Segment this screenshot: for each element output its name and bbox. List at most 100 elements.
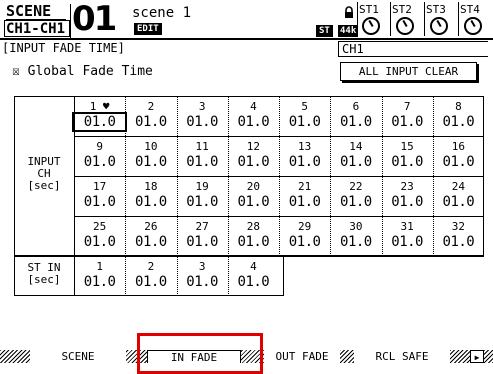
channel-number: 4 bbox=[250, 100, 257, 113]
fade-time-value[interactable]: 01.0 bbox=[125, 114, 176, 130]
fade-time-value[interactable]: 01.0 bbox=[279, 234, 330, 250]
input-ch-cell[interactable]: 21 01.0 bbox=[279, 176, 330, 216]
fade-time-value[interactable]: 01.0 bbox=[228, 194, 279, 210]
input-ch-cell[interactable]: 12 01.0 bbox=[228, 136, 279, 176]
input-ch-cell[interactable]: 23 01.0 bbox=[382, 176, 433, 216]
input-ch-cell[interactable]: 31 01.0 bbox=[382, 216, 433, 256]
input-ch-cell[interactable]: 24 01.0 bbox=[433, 176, 484, 216]
fade-time-value[interactable]: 01.0 bbox=[382, 154, 433, 170]
fade-time-value[interactable]: 01.0 bbox=[228, 154, 279, 170]
input-ch-cell[interactable]: 3 01.0 bbox=[177, 96, 228, 136]
fade-time-value[interactable]: 01.0 bbox=[279, 154, 330, 170]
input-ch-cell[interactable]: 16 01.0 bbox=[433, 136, 484, 176]
fade-time-value[interactable]: 01.0 bbox=[433, 114, 484, 130]
st-in-cell[interactable]: 4 01.0 bbox=[228, 256, 279, 296]
channel-number: 30 bbox=[349, 220, 363, 233]
fade-time-value[interactable]: 01.0 bbox=[382, 194, 433, 210]
fade-time-value[interactable]: 01.0 bbox=[125, 274, 176, 290]
input-ch-cell[interactable]: 13 01.0 bbox=[279, 136, 330, 176]
input-ch-cell[interactable]: 28 01.0 bbox=[228, 216, 279, 256]
edit-badge: EDIT bbox=[134, 23, 162, 35]
column-divider bbox=[125, 96, 127, 296]
tab-scene[interactable]: SCENE bbox=[30, 350, 126, 363]
input-ch-cell[interactable]: 26 01.0 bbox=[125, 216, 176, 256]
input-ch-cell[interactable]: 22 01.0 bbox=[330, 176, 381, 216]
fade-time-value[interactable]: 01.0 bbox=[433, 234, 484, 250]
scene-number: 01 bbox=[72, 0, 117, 39]
input-ch-cell[interactable]: 11 01.0 bbox=[177, 136, 228, 176]
fade-time-value[interactable]: 01.0 bbox=[279, 194, 330, 210]
st4-knob-icon[interactable] bbox=[464, 17, 482, 35]
input-ch-cell[interactable]: 1 ♥ 01.0 bbox=[71, 96, 128, 136]
fade-time-value[interactable]: 01.0 bbox=[74, 234, 125, 250]
channel-number: 1 ♥ bbox=[89, 100, 110, 113]
fade-time-value[interactable]: 01.0 bbox=[433, 154, 484, 170]
channel-number: 19 bbox=[195, 180, 209, 193]
input-ch-cell[interactable]: 15 01.0 bbox=[382, 136, 433, 176]
input-ch-cell[interactable]: 32 01.0 bbox=[433, 216, 484, 256]
fade-time-value[interactable]: 01.0 bbox=[177, 274, 228, 290]
st-in-cell[interactable]: 2 01.0 bbox=[125, 256, 176, 296]
fade-time-value[interactable]: 01.0 bbox=[433, 194, 484, 210]
tab-out-fade[interactable]: OUT FADE bbox=[264, 350, 340, 363]
global-fade-checkbox[interactable]: ☒ Global Fade Time bbox=[12, 64, 153, 79]
input-ch-cell[interactable]: 30 01.0 bbox=[330, 216, 381, 256]
st4-label: ST4 bbox=[460, 3, 480, 16]
tab-next-icon[interactable]: ▶ bbox=[470, 350, 484, 363]
fade-time-value[interactable]: 01.0 bbox=[330, 234, 381, 250]
st-separator bbox=[357, 2, 358, 36]
st-in-cell[interactable]: 3 01.0 bbox=[177, 256, 228, 296]
fade-time-value[interactable]: 01.0 bbox=[177, 154, 228, 170]
st-in-cell[interactable]: 1 01.0 bbox=[74, 256, 125, 296]
fade-time-value[interactable]: 01.0 bbox=[330, 154, 381, 170]
input-ch-cell[interactable]: 27 01.0 bbox=[177, 216, 228, 256]
fade-time-value[interactable]: 01.0 bbox=[330, 194, 381, 210]
input-ch-cell[interactable]: 4 01.0 bbox=[228, 96, 279, 136]
input-ch-cell[interactable]: 9 01.0 bbox=[74, 136, 125, 176]
input-ch-cell[interactable]: 6 01.0 bbox=[330, 96, 381, 136]
input-ch-cell[interactable]: 5 01.0 bbox=[279, 96, 330, 136]
input-ch-label: INPUT CH [sec] bbox=[27, 155, 61, 192]
fade-time-value[interactable]: 01.0 bbox=[177, 194, 228, 210]
input-ch-cell[interactable]: 29 01.0 bbox=[279, 216, 330, 256]
fade-time-value[interactable]: 01.0 bbox=[382, 114, 433, 130]
input-ch-cell[interactable]: 10 01.0 bbox=[125, 136, 176, 176]
input-ch-cell[interactable]: 19 01.0 bbox=[177, 176, 228, 216]
fade-time-value[interactable]: 01.0 bbox=[125, 194, 176, 210]
input-ch-cell[interactable]: 17 01.0 bbox=[74, 176, 125, 216]
fade-time-value[interactable]: 01.0 bbox=[125, 234, 176, 250]
channel-number: 7 bbox=[403, 100, 411, 113]
channel-number: 15 bbox=[400, 140, 414, 153]
fade-time-value[interactable]: 01.0 bbox=[330, 114, 381, 130]
channel-number: 28 bbox=[246, 220, 260, 233]
fade-time-value[interactable]: 01.0 bbox=[279, 114, 330, 130]
fade-time-value[interactable]: 01.0 bbox=[177, 114, 228, 130]
fade-time-value[interactable]: 01.0 bbox=[74, 194, 125, 210]
st2-knob-icon[interactable] bbox=[396, 17, 414, 35]
input-ch-cell[interactable]: 7 01.0 bbox=[382, 96, 433, 136]
st3-knob-icon[interactable] bbox=[430, 17, 448, 35]
fade-time-value[interactable]: 01.0 bbox=[125, 154, 176, 170]
fade-time-value[interactable]: 01.0 bbox=[228, 114, 279, 130]
fade-time-value[interactable]: 01.0 bbox=[382, 234, 433, 250]
fade-time-value[interactable]: 01.0 bbox=[228, 234, 279, 250]
tab-rcl-safe[interactable]: RCL SAFE bbox=[354, 350, 450, 363]
channel-number: 16 bbox=[451, 140, 465, 153]
input-ch-cell[interactable]: 14 01.0 bbox=[330, 136, 381, 176]
fade-time-value[interactable]: 01.0 bbox=[228, 274, 279, 290]
all-input-clear-button[interactable]: ALL INPUT CLEAR bbox=[340, 62, 477, 81]
input-ch-cell[interactable]: 20 01.0 bbox=[228, 176, 279, 216]
fade-time-value[interactable]: 01.0 bbox=[177, 234, 228, 250]
fade-time-value[interactable]: 01.0 bbox=[74, 154, 125, 170]
st1-knob-icon[interactable] bbox=[362, 17, 380, 35]
input-ch-cell[interactable]: 18 01.0 bbox=[125, 176, 176, 216]
input-ch-cell[interactable]: 2 01.0 bbox=[125, 96, 176, 136]
heart-icon: ♥ bbox=[96, 100, 110, 113]
channel-number: 2 bbox=[147, 260, 155, 273]
channel-number: 14 bbox=[349, 140, 363, 153]
input-ch-cell[interactable]: 8 01.0 bbox=[433, 96, 484, 136]
fade-time-value[interactable]: 01.0 bbox=[74, 274, 125, 290]
fade-time-value[interactable]: 01.0 bbox=[71, 112, 128, 132]
input-ch-cell[interactable]: 25 01.0 bbox=[74, 216, 125, 256]
st-separator bbox=[390, 2, 391, 36]
